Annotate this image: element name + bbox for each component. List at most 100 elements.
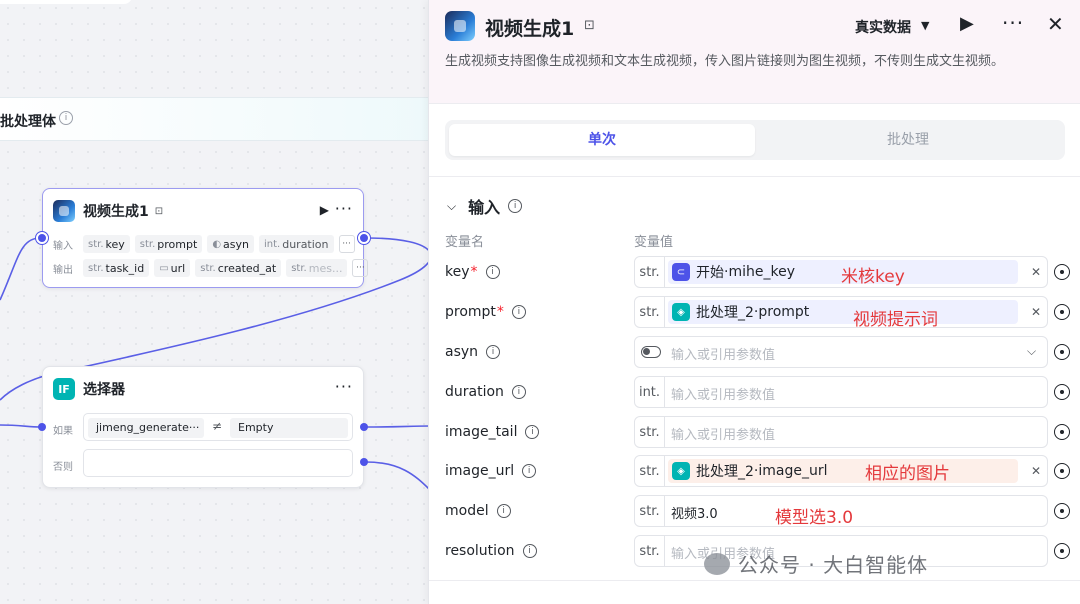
clear-icon[interactable]: ✕ [1031,464,1041,478]
more-icon[interactable]: ··· [1002,11,1024,35]
placeholder: 输入或引用参数值 [671,428,776,443]
type-label: str. [635,456,665,486]
if-condition[interactable]: jimeng_generate··· ≠ Empty [83,413,353,441]
reference-target-icon[interactable] [1054,463,1070,479]
reference-source: 开始 [696,265,724,281]
toggle-icon[interactable] [641,346,661,358]
reference-target-icon[interactable] [1054,304,1070,320]
info-icon[interactable]: i [522,464,537,478]
more-icon[interactable]: ··· [335,377,353,396]
else-branch[interactable] [83,449,353,477]
robot-icon: ⊡ [584,18,595,33]
reference-target-icon[interactable] [1054,384,1070,400]
output-chip-message: str. mes... [286,259,348,277]
else-label: 否则 [53,462,73,473]
selector-input-port[interactable] [38,423,46,431]
selector-if-output-port[interactable] [360,423,368,431]
reference-tag[interactable]: ◈ 批处理_2 · image_url [668,459,1018,483]
run-mode-tabs: 单次 批处理 [445,120,1065,160]
param-value-image-tail[interactable]: str. 输入或引用参数值 [634,416,1048,448]
condition-left-operand[interactable]: jimeng_generate··· [88,418,204,438]
reference-source: 批处理_2 [696,305,754,321]
panel-description: 生成视频支持图像生成视频和文本生成视频，传入图片链接则为图生视频，不传则生成文生… [445,54,1005,69]
chevron-down-icon[interactable]: ⌵ [1027,344,1036,359]
type-label: str. [635,257,665,287]
annotation-model: 模型选3.0 [775,508,854,528]
input-chip-key: str. key [83,235,130,253]
video-node-input-port[interactable] [36,232,48,244]
reference-target-icon[interactable] [1054,503,1070,519]
param-name: image_url i [445,463,537,479]
tab-single[interactable]: 单次 [449,124,755,156]
caret-down-icon[interactable]: ▼ [921,19,929,32]
param-name: resolution i [445,543,537,559]
info-icon[interactable]: i [525,425,540,439]
clear-icon[interactable]: ✕ [1031,305,1041,319]
more-icon[interactable]: ··· [335,199,353,218]
data-mode-select[interactable]: 真实数据 [855,17,911,37]
info-icon[interactable]: i [511,385,526,399]
video-node-outputs: 输出 str. task_id ▭ url str. created_at str. m… [53,259,369,277]
connection-wires [0,237,430,491]
input-section-title: 输入 [468,198,501,217]
output-chip-created-at: str. created_at [195,259,282,277]
selector-else-output-port[interactable] [360,458,368,466]
selector-node[interactable]: IF 选择器 ··· 如果 jimeng_generate··· ≠ Empty… [42,366,364,488]
video-generation-node[interactable]: 视频生成1 ⊡ ▶ ··· 输入 str. key str. prompt ◐ asy… [42,188,369,288]
input-chip-asyn: ◐ asyn [207,235,254,253]
placeholder: 输入或引用参数值 [671,348,776,363]
param-name: asyn i [445,344,501,360]
reference-target-icon[interactable] [1054,344,1070,360]
reference-target-icon[interactable] [1054,264,1070,280]
param-row-model: model i str. 视频3.0 模型选3.0 [429,495,1080,529]
info-icon[interactable]: i [496,504,511,518]
panel-title[interactable]: 视频生成1 [485,14,574,41]
reference-target-icon[interactable] [1054,543,1070,559]
video-generate-icon [53,200,75,222]
workflow-canvas[interactable]: 批处理体 i 视频生成1 ⊡ ▶ ··· 输入 str. key str. prom… [0,0,430,604]
tab-batch[interactable]: 批处理 [755,124,1061,156]
close-icon[interactable]: ✕ [1047,12,1064,36]
run-node-icon[interactable]: ▶ [320,203,329,217]
info-icon[interactable]: i [486,345,501,359]
param-value-duration[interactable]: int. 输入或引用参数值 [634,376,1048,408]
param-name: key * i [445,264,500,280]
info-icon[interactable]: i [522,544,537,558]
batch-node-icon: ◈ [672,462,690,480]
robot-icon: ⊡ [154,205,164,217]
reference-tag[interactable]: ◈ 批处理_2 · prompt [668,300,1018,324]
output-label: 输出 [53,264,73,276]
clear-icon[interactable]: ✕ [1031,265,1041,279]
info-icon[interactable]: i [485,265,500,279]
input-more-button[interactable]: ··· [338,235,355,253]
reference-source: 批处理_2 [696,464,754,480]
condition-operator[interactable]: ≠ [212,419,222,433]
wire-into-video [0,237,41,301]
wire-if-out [365,425,430,428]
video-node-header: 视频生成1 ⊡ [53,199,163,223]
selector-node-title: 选择器 [83,382,125,398]
run-icon[interactable]: ▶ [960,13,974,34]
selector-node-header: IF 选择器 [53,377,125,401]
param-value-prompt[interactable]: str. ◈ 批处理_2 · prompt ✕ [634,296,1048,328]
param-row-key: key * i str. ⊂ 开始 · mihe_key ✕ 米核key [429,256,1080,290]
info-icon[interactable]: i [508,199,523,213]
param-value-asyn[interactable]: 输入或引用参数值 ⌵ [634,336,1048,368]
model-value[interactable]: 视频3.0 [671,503,718,522]
info-icon[interactable]: i [511,305,526,319]
output-more-button[interactable]: ··· [352,259,369,277]
chevron-down-icon[interactable]: ⌵ [447,199,456,214]
condition-right-operand[interactable]: Empty [230,418,348,438]
divider [429,580,1080,581]
param-value-image-url[interactable]: str. ◈ 批处理_2 · image_url ✕ [634,455,1048,487]
param-row-image-tail: image_tail i str. 输入或引用参数值 [429,416,1080,450]
type-label: str. [635,496,665,526]
video-node-output-port[interactable] [358,232,370,244]
wechat-logo-icon [704,552,730,575]
start-node-icon: ⊂ [672,263,690,281]
if-icon: IF [53,378,75,400]
watermark-text: 公众号 · 大白智能体 [738,553,929,577]
param-row-prompt: prompt * i str. ◈ 批处理_2 · prompt ✕ 视频提示词 [429,296,1080,330]
reference-target-icon[interactable] [1054,424,1070,440]
input-section-header[interactable]: ⌵ 输入 i [447,194,523,218]
